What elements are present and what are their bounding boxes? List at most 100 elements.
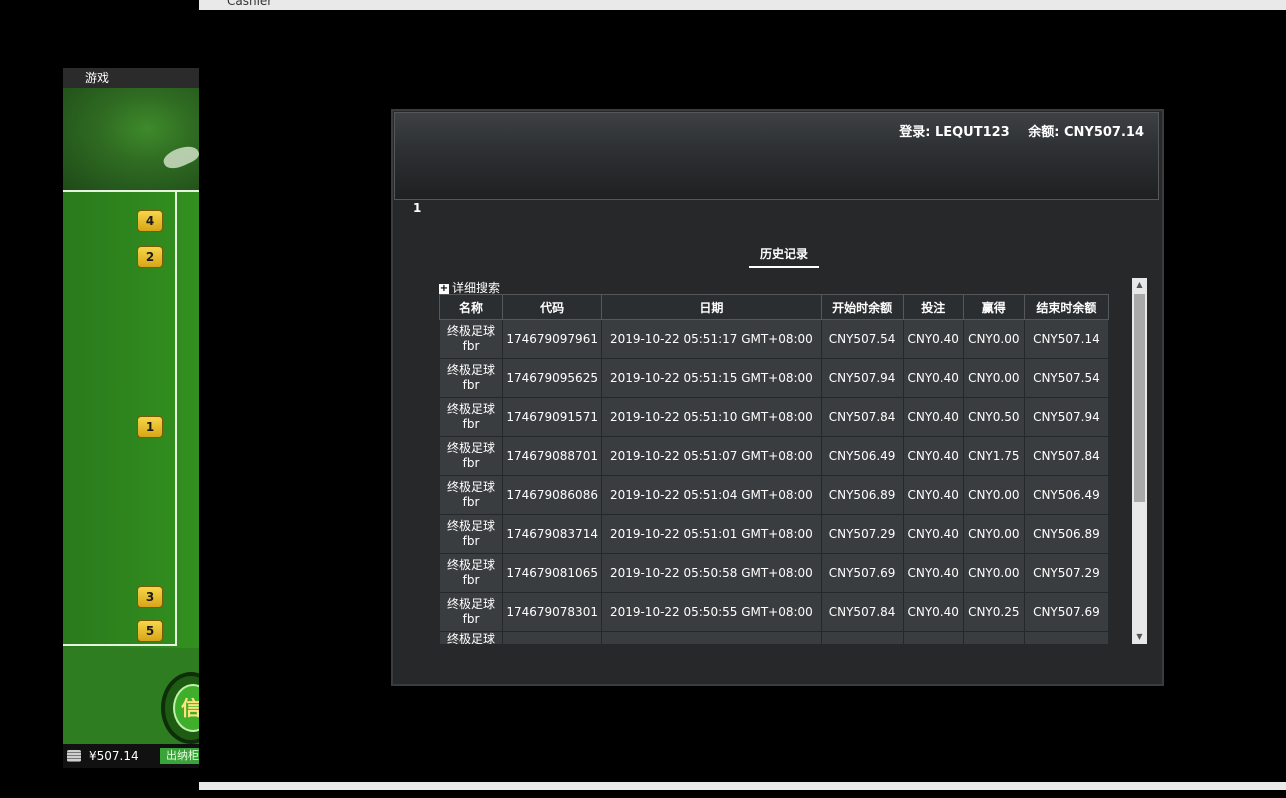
cell-end-balance: CNY506.89 xyxy=(1023,514,1110,554)
cell-name: 终极足球 xyxy=(439,631,504,644)
table-row[interactable]: 终极足球 fbr 174679083714 2019-10-22 05:51:0… xyxy=(439,514,1110,554)
tab-history[interactable]: 历史记录 xyxy=(749,245,819,268)
cell-start-balance: CNY507.29 xyxy=(820,514,904,554)
cell-bet: CNY0.40 xyxy=(902,553,964,593)
betting-chip-4[interactable]: 4 xyxy=(137,210,163,232)
table-row[interactable]: 终极足球 fbr 174679091571 2019-10-22 05:51:1… xyxy=(439,397,1110,437)
cell-code: 174679086086 xyxy=(502,475,603,515)
cell-date: 2019-10-22 05:51:17 GMT+08:00 xyxy=(601,319,822,359)
game-banner-image xyxy=(63,88,203,190)
cell-win: CNY0.00 xyxy=(962,475,1025,515)
cell-name: 终极足球 fbr xyxy=(439,475,504,515)
cell-name: 终极足球 fbr xyxy=(439,592,504,632)
cell-code: 174679081065 xyxy=(502,553,603,593)
coins-icon xyxy=(67,750,81,762)
column-header-start-balance: 开始时余额 xyxy=(820,294,904,320)
cell-end-balance: CNY507.54 xyxy=(1023,358,1110,398)
game-status-bar: ¥507.14 出纳柜 xyxy=(63,744,206,768)
cell-bet: CNY0.40 xyxy=(902,436,964,476)
cell-end-balance: CNY507.69 xyxy=(1023,592,1110,632)
balance-label: 余额: CNY507.14 xyxy=(1028,125,1144,140)
cashier-panel: 登录: LEQUT123 余额: CNY507.14 1 历史记录 + 详细搜索 … xyxy=(391,109,1164,686)
column-header-end-balance: 结束时余额 xyxy=(1023,294,1110,320)
cell-empty xyxy=(820,631,904,644)
login-label: 登录: LEQUT123 xyxy=(899,125,1010,140)
cell-empty xyxy=(962,631,1025,644)
column-header-code: 代码 xyxy=(502,294,603,320)
cell-name: 终极足球 fbr xyxy=(439,319,504,359)
table-row[interactable]: 终极足球 fbr 174679078301 2019-10-22 05:50:5… xyxy=(439,592,1110,632)
cell-code: 174679078301 xyxy=(502,592,603,632)
cell-empty xyxy=(502,631,603,644)
cell-date: 2019-10-22 05:51:07 GMT+08:00 xyxy=(601,436,822,476)
cell-code: 174679097961 xyxy=(502,319,603,359)
scroll-thumb[interactable] xyxy=(1134,294,1145,502)
column-header-win: 赢得 xyxy=(962,294,1025,320)
game-window: 游戏 4 2 1 3 5 信 ¥507.14 出纳柜 xyxy=(63,68,221,768)
cell-code: 174679091571 xyxy=(502,397,603,437)
cell-bet: CNY0.40 xyxy=(902,397,964,437)
cell-bet: CNY0.40 xyxy=(902,319,964,359)
table-row[interactable]: 终极足球 fbr 174679097961 2019-10-22 05:51:1… xyxy=(439,319,1110,359)
cashier-window-title: Cashier xyxy=(199,0,1286,10)
table-row[interactable]: 终极足球 fbr 174679081065 2019-10-22 05:50:5… xyxy=(439,553,1110,593)
desktop: 游戏 4 2 1 3 5 信 ¥507.14 出纳柜 Cashier 登录: L… xyxy=(0,0,1286,798)
cell-date: 2019-10-22 05:50:58 GMT+08:00 xyxy=(601,553,822,593)
history-table: 名称 代码 日期 开始时余额 投注 赢得 结束时余额 终极足球 fbr 1746… xyxy=(439,294,1110,644)
cell-bet: CNY0.40 xyxy=(902,592,964,632)
cell-name: 终极足球 fbr xyxy=(439,553,504,593)
cell-win: CNY1.75 xyxy=(962,436,1025,476)
football-player-image xyxy=(160,141,202,173)
scroll-up-arrow-icon[interactable]: ▲ xyxy=(1132,278,1147,292)
cell-end-balance: CNY507.94 xyxy=(1023,397,1110,437)
table-header-row: 名称 代码 日期 开始时余额 投注 赢得 结束时余额 xyxy=(439,294,1110,320)
panel-header: 登录: LEQUT123 余额: CNY507.14 xyxy=(394,112,1159,200)
cell-date: 2019-10-22 05:51:01 GMT+08:00 xyxy=(601,514,822,554)
table-scrollbar[interactable]: ▲ ▼ xyxy=(1132,278,1147,644)
advanced-search-label: 详细搜索 xyxy=(452,281,501,295)
cell-end-balance: CNY507.29 xyxy=(1023,553,1110,593)
cell-date: 2019-10-22 05:51:10 GMT+08:00 xyxy=(601,397,822,437)
history-table-container: 名称 代码 日期 开始时余额 投注 赢得 结束时余额 终极足球 fbr 1746… xyxy=(439,294,1111,644)
cell-name: 终极足球 fbr xyxy=(439,436,504,476)
table-row[interactable]: 终极足球 fbr 174679095625 2019-10-22 05:51:1… xyxy=(439,358,1110,398)
cell-start-balance: CNY506.89 xyxy=(820,475,904,515)
cell-win: CNY0.00 xyxy=(962,358,1025,398)
cell-empty xyxy=(1023,631,1110,644)
table-row[interactable]: 终极足球 fbr 174679088701 2019-10-22 05:51:0… xyxy=(439,436,1110,476)
cell-bet: CNY0.40 xyxy=(902,358,964,398)
cell-date: 2019-10-22 05:51:04 GMT+08:00 xyxy=(601,475,822,515)
cell-name: 终极足球 fbr xyxy=(439,514,504,554)
cell-start-balance: CNY506.49 xyxy=(820,436,904,476)
login-info: 登录: LEQUT123 余额: CNY507.14 xyxy=(885,121,1144,140)
scroll-down-arrow-icon[interactable]: ▼ xyxy=(1132,630,1147,644)
cell-code: 174679095625 xyxy=(502,358,603,398)
cell-code: 174679083714 xyxy=(502,514,603,554)
football-field[interactable]: 4 2 1 3 5 xyxy=(63,190,203,648)
cell-bet: CNY0.40 xyxy=(902,475,964,515)
cell-win: CNY0.00 xyxy=(962,514,1025,554)
cell-start-balance: CNY507.54 xyxy=(820,319,904,359)
cell-end-balance: CNY507.84 xyxy=(1023,436,1110,476)
betting-chip-5[interactable]: 5 xyxy=(137,620,163,642)
cell-start-balance: CNY507.84 xyxy=(820,397,904,437)
table-row-partial[interactable]: 终极足球 xyxy=(439,631,1110,644)
expand-plus-icon: + xyxy=(439,283,449,294)
game-balance: ¥507.14 xyxy=(89,749,139,763)
cell-start-balance: CNY507.84 xyxy=(820,592,904,632)
cell-start-balance: CNY507.94 xyxy=(820,358,904,398)
betting-chip-1[interactable]: 1 xyxy=(137,416,163,438)
cell-date: 2019-10-22 05:50:55 GMT+08:00 xyxy=(601,592,822,632)
table-row[interactable]: 终极足球 fbr 174679086086 2019-10-22 05:51:0… xyxy=(439,475,1110,515)
cell-start-balance: CNY507.69 xyxy=(820,553,904,593)
page-number: 1 xyxy=(413,201,422,215)
cell-win: CNY0.00 xyxy=(962,319,1025,359)
betting-chip-3[interactable]: 3 xyxy=(137,586,163,608)
cell-name: 终极足球 fbr xyxy=(439,397,504,437)
cell-bet: CNY0.40 xyxy=(902,514,964,554)
field-line-top xyxy=(63,190,203,192)
cell-win: CNY0.50 xyxy=(962,397,1025,437)
cell-code: 174679088701 xyxy=(502,436,603,476)
cell-end-balance: CNY506.49 xyxy=(1023,475,1110,515)
betting-chip-2[interactable]: 2 xyxy=(137,246,163,268)
